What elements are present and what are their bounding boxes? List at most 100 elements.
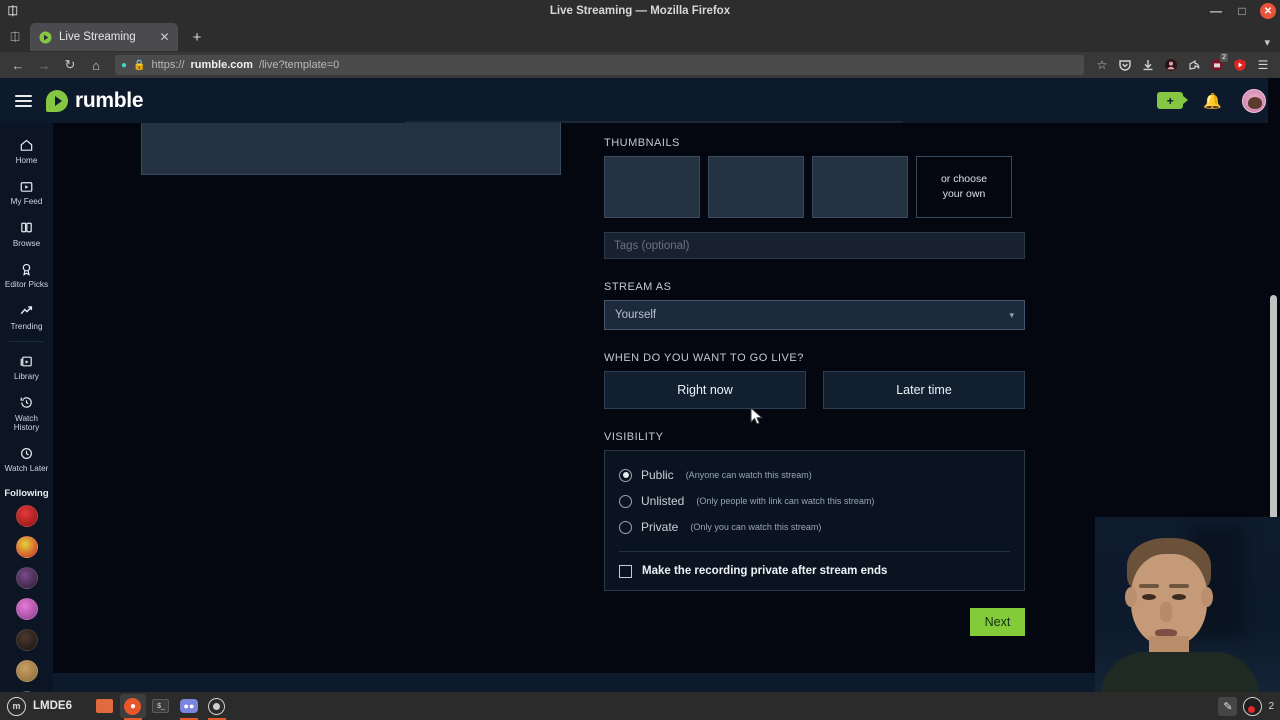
maximize-button[interactable]: □ — [1234, 3, 1250, 19]
bell-icon[interactable]: 🔔 — [1203, 92, 1222, 110]
list-item[interactable] — [15, 566, 38, 589]
recording-private-row[interactable]: Make the recording private after stream … — [605, 552, 1024, 590]
rumble-extension-icon[interactable] — [1229, 54, 1251, 76]
reload-button[interactable]: ↻ — [58, 54, 82, 76]
folder-icon — [96, 699, 114, 713]
taskbar-app-discord[interactable]: ●● — [176, 694, 202, 720]
rumble-logo-icon — [46, 89, 68, 112]
visibility-option-private[interactable]: Private (Only you can watch this stream) — [605, 514, 1024, 540]
thumbnail-option-2[interactable] — [708, 156, 804, 218]
shield-icon[interactable]: ● — [121, 60, 127, 71]
clock-icon — [19, 445, 34, 461]
browser-tabstrip: ⎅ Live Streaming ✕ + ▾ — [0, 22, 1280, 52]
share-icon[interactable] — [1183, 54, 1205, 76]
terminal-icon: $_ — [152, 699, 170, 713]
sidebar-item-editor-picks[interactable]: Editor Picks — [0, 254, 53, 295]
list-item[interactable] — [15, 628, 38, 651]
stream-preview-box — [141, 123, 561, 175]
thumbnail-option-1[interactable] — [604, 156, 700, 218]
later-time-button[interactable]: Later time — [823, 371, 1025, 409]
menu-toggle-icon[interactable] — [0, 94, 46, 107]
radio-private-sub: (Only you can watch this stream) — [690, 522, 822, 532]
chevron-down-icon[interactable]: ▾ — [1264, 36, 1270, 49]
url-path: /live?template=0 — [258, 59, 340, 71]
firefox-view-icon[interactable]: ⎅ — [0, 22, 30, 52]
window-title: Live Streaming — Mozilla Firefox — [549, 5, 731, 17]
home-icon — [19, 137, 34, 153]
system-tray: ✎ 2 — [1218, 696, 1274, 716]
back-button[interactable]: ← — [6, 54, 30, 76]
radio-unlisted-sub: (Only people with link can watch this st… — [696, 496, 875, 506]
thumbnail-option-3[interactable] — [812, 156, 908, 218]
new-tab-button[interactable]: + — [184, 24, 210, 50]
site-header: rumble + 🔔 — [0, 78, 1280, 123]
sidebar-label-editor-picks: Editor Picks — [4, 280, 49, 290]
sidebar-item-library[interactable]: Library — [0, 346, 53, 387]
radio-public[interactable] — [619, 468, 632, 482]
feed-icon — [19, 178, 34, 194]
browser-navbar: ← → ↻ ⌂ ● 🔒 https:// rumble.com/live?temp… — [0, 52, 1280, 78]
extension-icon[interactable]: 2 — [1206, 53, 1228, 76]
tray-workspace-number[interactable]: 2 — [1268, 701, 1274, 712]
rumble-logo[interactable]: rumble — [46, 89, 144, 113]
list-item[interactable] — [15, 504, 38, 527]
taskbar-app-files[interactable] — [92, 694, 118, 718]
taskbar-app-terminal[interactable]: $_ — [148, 694, 174, 718]
radio-unlisted[interactable] — [619, 494, 632, 508]
list-item[interactable] — [15, 535, 38, 558]
home-button[interactable]: ⌂ — [84, 54, 108, 76]
radio-private[interactable] — [619, 520, 632, 534]
close-button[interactable]: ✕ — [1260, 3, 1276, 19]
sidebar-divider — [9, 341, 44, 343]
tags-input[interactable]: Tags (optional) — [604, 232, 1025, 259]
go-live-time-section: WHEN DO YOU WANT TO GO LIVE? Right now L… — [604, 352, 1025, 409]
upload-video-icon[interactable]: + — [1157, 92, 1189, 109]
url-bar[interactable]: ● 🔒 https:// rumble.com/live?template=0 — [115, 55, 1084, 75]
account-icon[interactable] — [1160, 54, 1182, 76]
edit-icon[interactable]: ✎ — [1218, 696, 1238, 716]
visibility-section: VISIBILITY Public (Anyone can watch this… — [604, 431, 1025, 591]
forward-button[interactable]: → — [32, 54, 56, 76]
recording-private-checkbox[interactable] — [619, 564, 632, 578]
sidebar-label-watch-history: Watch History — [13, 413, 40, 432]
right-now-button[interactable]: Right now — [604, 371, 806, 409]
taskbar-app-firefox[interactable]: ● — [119, 694, 146, 720]
minimize-button[interactable]: — — [1208, 3, 1224, 19]
person-nose — [1160, 602, 1172, 622]
trending-icon — [19, 303, 34, 319]
next-button[interactable]: Next — [970, 608, 1025, 636]
sidebar-item-home[interactable]: Home — [0, 130, 53, 171]
stream-as-select[interactable]: Yourself ▾ — [604, 300, 1025, 330]
downloads-icon[interactable] — [1137, 54, 1159, 76]
window-controls: — □ ✕ — [1208, 0, 1276, 22]
sidebar-item-watch-later[interactable]: Watch Later — [0, 438, 53, 479]
start-menu-button[interactable]: m LMDE6 — [0, 696, 82, 716]
taskbar-app-obs[interactable] — [204, 694, 230, 720]
visibility-option-unlisted[interactable]: Unlisted (Only people with link can watc… — [605, 488, 1024, 514]
url-host: rumble.com — [190, 59, 253, 71]
bookmark-star-icon[interactable]: ☆ — [1091, 54, 1113, 76]
list-item[interactable] — [15, 659, 38, 682]
user-avatar[interactable] — [1242, 88, 1266, 113]
sidebar-item-watch-history[interactable]: Watch History — [0, 388, 53, 439]
window-titlebar: ⎅ Live Streaming — Mozilla Firefox — □ ✕ — [0, 0, 1280, 22]
sidebar-item-browse[interactable]: Browse — [0, 213, 53, 254]
browser-menu-icon[interactable]: ☰ — [1252, 54, 1274, 76]
tab-title: Live Streaming — [59, 31, 136, 43]
tab-close-icon[interactable]: ✕ — [157, 30, 172, 45]
pocket-icon[interactable] — [1114, 54, 1136, 76]
next-button-row: Next — [604, 608, 1025, 636]
sidebar-item-my-feed[interactable]: My Feed — [0, 171, 53, 212]
visibility-panel: Public (Anyone can watch this stream) Un… — [604, 450, 1025, 591]
list-item[interactable] — [15, 597, 38, 620]
archive-icon: ⎅ — [8, 3, 18, 18]
webcam-person — [1101, 532, 1259, 692]
stream-as-section: STREAM AS Yourself ▾ — [604, 281, 1025, 330]
browser-tab[interactable]: Live Streaming ✕ — [30, 23, 178, 51]
stream-as-label: STREAM AS — [604, 281, 672, 293]
lock-icon: 🔒 — [133, 59, 146, 71]
visibility-option-public[interactable]: Public (Anyone can watch this stream) — [605, 462, 1024, 488]
choose-own-thumbnail-button[interactable]: or choose your own — [916, 156, 1012, 218]
sidebar-item-trending[interactable]: Trending — [0, 296, 53, 337]
obs-tray-icon[interactable] — [1243, 696, 1263, 716]
